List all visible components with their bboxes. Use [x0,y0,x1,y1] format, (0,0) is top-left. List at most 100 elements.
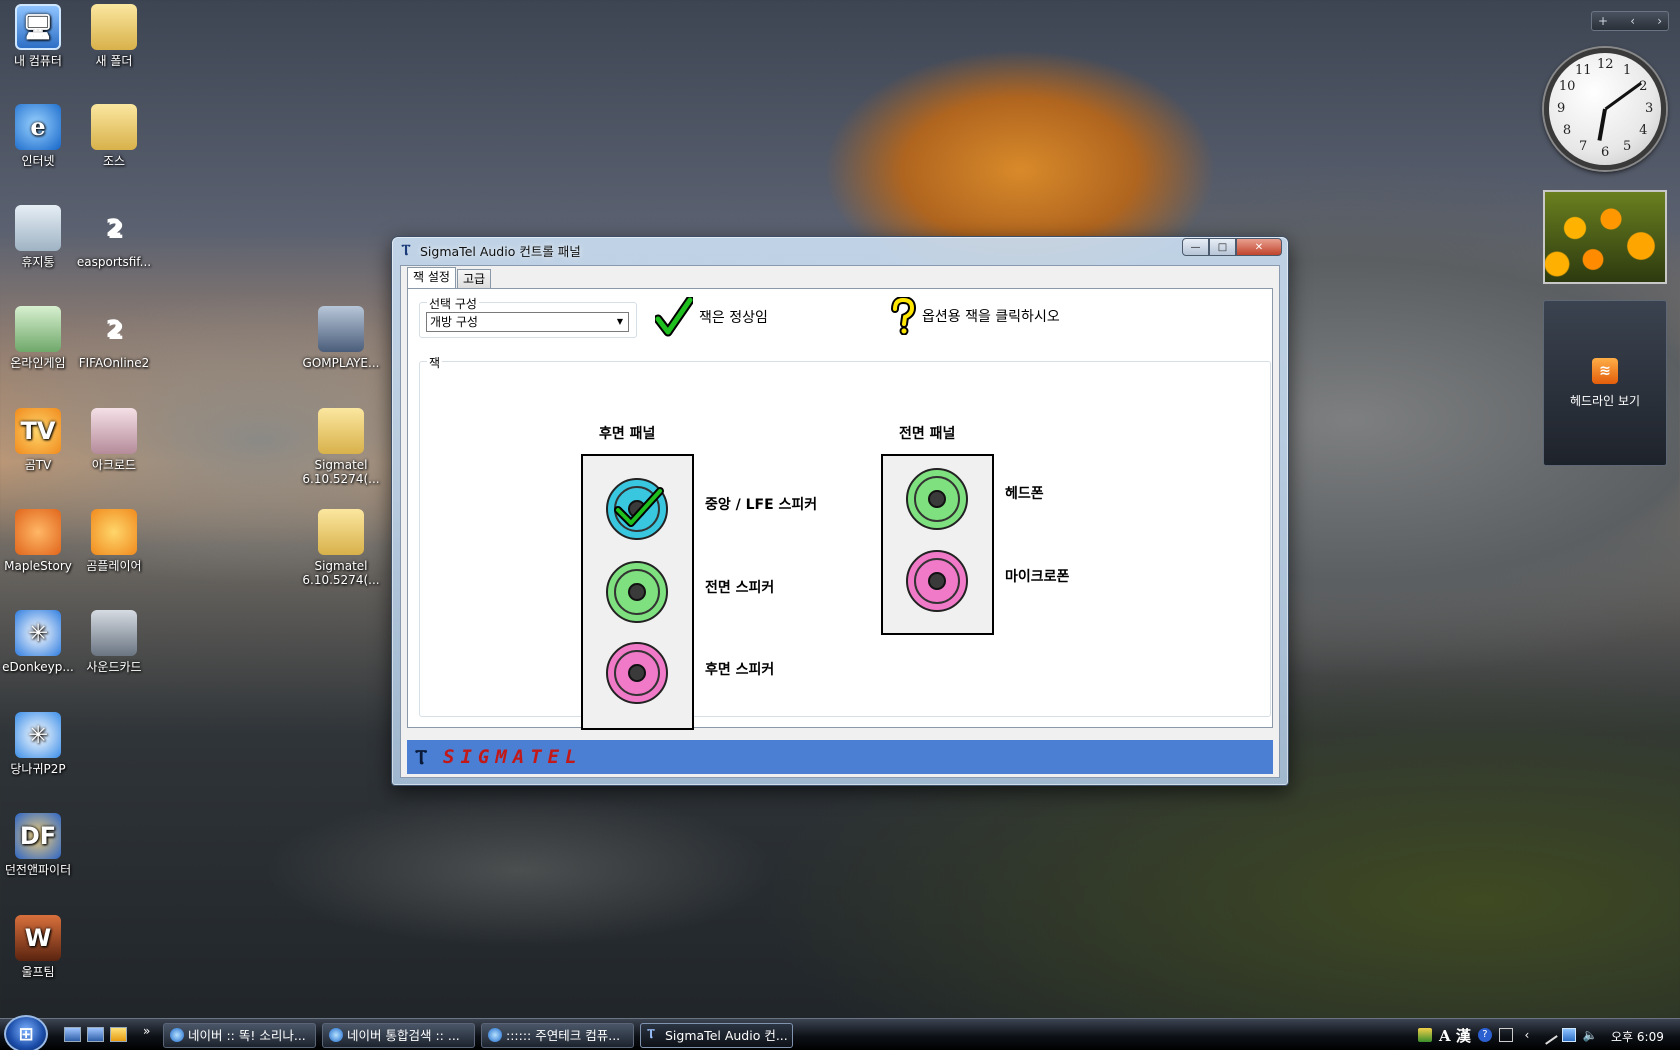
sidebar-controls: + ‹ › [1591,11,1669,31]
brand-bar: Ⲧ SIGMATEL [407,740,1273,774]
shield-icon[interactable] [1418,1028,1432,1042]
clock-gadget[interactable]: 12 1 2 3 4 5 6 7 8 9 10 11 [1544,48,1666,170]
desktop-icon[interactable]: ✳ eDonkeyp... [0,610,78,674]
desktop-icon[interactable]: 새 폴더 [74,4,154,68]
taskbar-button-label: 네이버 :: 똑! 소리나... [188,1028,306,1043]
jack-rear-front-speaker[interactable] [606,561,668,623]
jack-label-rear-speaker: 후면 스피커 [705,662,775,678]
desktop-icon[interactable]: DF 던전앤파이터 [0,813,78,877]
clock-number: 3 [1645,101,1654,116]
taskbar-button[interactable]: :::::: 주연테크 컴퓨... [481,1023,634,1048]
desktop-icon[interactable]: TV 곰TV [0,408,78,472]
start-button[interactable]: ⊞ [4,1015,48,1050]
desktop-icon-image: TV [15,408,61,454]
jack-label-headphone: 헤드폰 [1005,486,1044,502]
jack-rear-rear-speaker[interactable] [606,642,668,704]
desktop-icon-label: MapleStory [4,559,72,573]
slideshow-gadget[interactable] [1543,190,1667,284]
desktop-icon[interactable]: Sigmatel 6.10.5274(... [301,509,381,587]
jack-label-microphone: 마이크로폰 [1005,569,1070,585]
jack-ring [914,558,960,604]
desktop-icon[interactable]: 조스 [74,104,154,168]
taskbar-button[interactable]: 네이버 통합검색 :: ... [322,1023,475,1048]
desktop-icon[interactable]: 곰플레이어 [74,509,154,573]
sidebar-prev-button[interactable]: ‹ [1630,14,1635,28]
maximize-button[interactable]: □ [1209,238,1236,256]
desktop-icon-image: ✳ [15,712,61,758]
quick-launch-more[interactable]: » [143,1024,150,1038]
network-icon[interactable] [1561,1028,1576,1042]
tab-advanced[interactable]: 고급 [456,269,492,289]
switch-windows-icon[interactable] [87,1027,104,1042]
desktop-icon-image: 2 [105,315,123,343]
pen-icon[interactable] [1538,1025,1558,1045]
desktop-icon[interactable]: 아크로드 [74,408,154,472]
jack-hole [928,572,946,590]
config-select[interactable]: 개방 구성 ▼ [426,312,629,332]
desktop-icon[interactable]: e 인터넷 [0,104,78,168]
title-bar[interactable]: Ⲧ SigmaTel Audio 컨트롤 패널 — □ ✕ [392,237,1288,263]
help-icon[interactable]: ? [1477,1028,1492,1042]
taskbar-button[interactable]: 네이버 :: 똑! 소리나... [163,1023,316,1048]
volume-icon[interactable]: 🔈 [1583,1028,1598,1042]
taskbar-button[interactable]: Ⲧ SigmaTel Audio 컨... [640,1023,793,1048]
clock-number: 10 [1558,79,1576,94]
config-group-legend: 선택 구성 [427,295,479,312]
close-button[interactable]: ✕ [1236,238,1282,256]
desktop-icon-label: eDonkeyp... [2,660,74,674]
jack-ring [614,650,660,696]
desktop-icon[interactable]: 2 easportsfif... [74,205,154,269]
sigmatel-logo-icon: Ⲧ [415,745,428,769]
sidebar-next-button[interactable]: › [1657,14,1662,28]
desktop-icon-image [318,306,364,352]
desktop-icon[interactable]: W 울프팀 [0,915,78,979]
chevron-down-icon[interactable]: ▼ [612,313,628,331]
desktop-icon-image: DF [15,813,61,859]
jack-hole [628,664,646,682]
clock-hour-hand [1597,108,1607,141]
question-icon [891,297,916,335]
jack-rear-center-lfe[interactable] [606,478,668,540]
config-group: 선택 구성 개방 구성 ▼ [419,295,637,338]
clock-number: 2 [1639,79,1648,94]
ime-indicator[interactable]: A 漢 [1439,1025,1471,1046]
clock-number: 1 [1623,62,1632,78]
desktop-icon-label: 곰TV [24,458,52,472]
quick-launch [64,1027,127,1042]
desktop-icon-label: 울프팀 [21,965,55,979]
desktop-icon-label: 던전앤파이터 [4,863,72,877]
desktop-icon[interactable]: GOMPLAYE... [301,306,381,370]
system-tray: A 漢 ? ‹ 🔈 [1418,1019,1598,1050]
desktop-icon[interactable]: 2 FIFAOnline2 [74,306,154,370]
desktop-icon[interactable]: 휴지통 [0,205,78,269]
clock-number: 12 [1597,57,1614,72]
taskbar: ⊞ » 네이버 :: 똑! 소리나... 네이버 통합검색 :: ...:::::… [0,1015,1680,1050]
desktop-icon[interactable]: ✳ 당나귀P2P [0,712,78,776]
desktop-icon[interactable]: 🖥 내 컴퓨터 [0,4,78,68]
desktop-icon-image [91,4,137,50]
add-gadget-button[interactable]: + [1598,14,1608,28]
jack-front-microphone[interactable] [906,550,968,612]
desktop-icon[interactable]: Sigmatel 6.10.5274(... [301,408,381,486]
desktop-icon[interactable]: MapleStory [0,509,78,573]
minimize-button[interactable]: — [1182,238,1209,256]
desktop-icon[interactable]: 사운드카드 [74,610,154,674]
tab-jack-settings[interactable]: 잭 설정 [407,267,456,289]
desktop-icon[interactable]: 온라인게임 [0,306,78,370]
desktop-icon-label: 온라인게임 [10,356,66,370]
desktop-icon-label: 인터넷 [21,154,55,168]
feed-label: 헤드라인 보기 [1569,393,1641,408]
media-player-icon[interactable] [110,1027,127,1042]
jack-front-headphone[interactable] [906,468,968,530]
feed-headlines-gadget[interactable]: ≋ 헤드라인 보기 [1543,300,1667,466]
chevron-left-icon[interactable]: ‹ [1520,1028,1534,1042]
taskbar-button-label: 네이버 통합검색 :: ... [347,1028,460,1043]
desktop-icon-image [15,509,61,555]
rear-panel-title: 후면 패널 [599,426,656,442]
checkmark-icon [614,487,664,527]
taskbar-clock[interactable]: 오후 6:09 [1611,1028,1664,1045]
window-client: 잭 설정 고급 선택 구성 개방 구성 ▼ 잭은 정상임 옵션용 잭을 클릭하시… [400,265,1280,778]
tray-tools-icon[interactable] [1498,1028,1513,1042]
ie-icon [488,1028,502,1042]
show-desktop-icon[interactable] [64,1027,81,1042]
